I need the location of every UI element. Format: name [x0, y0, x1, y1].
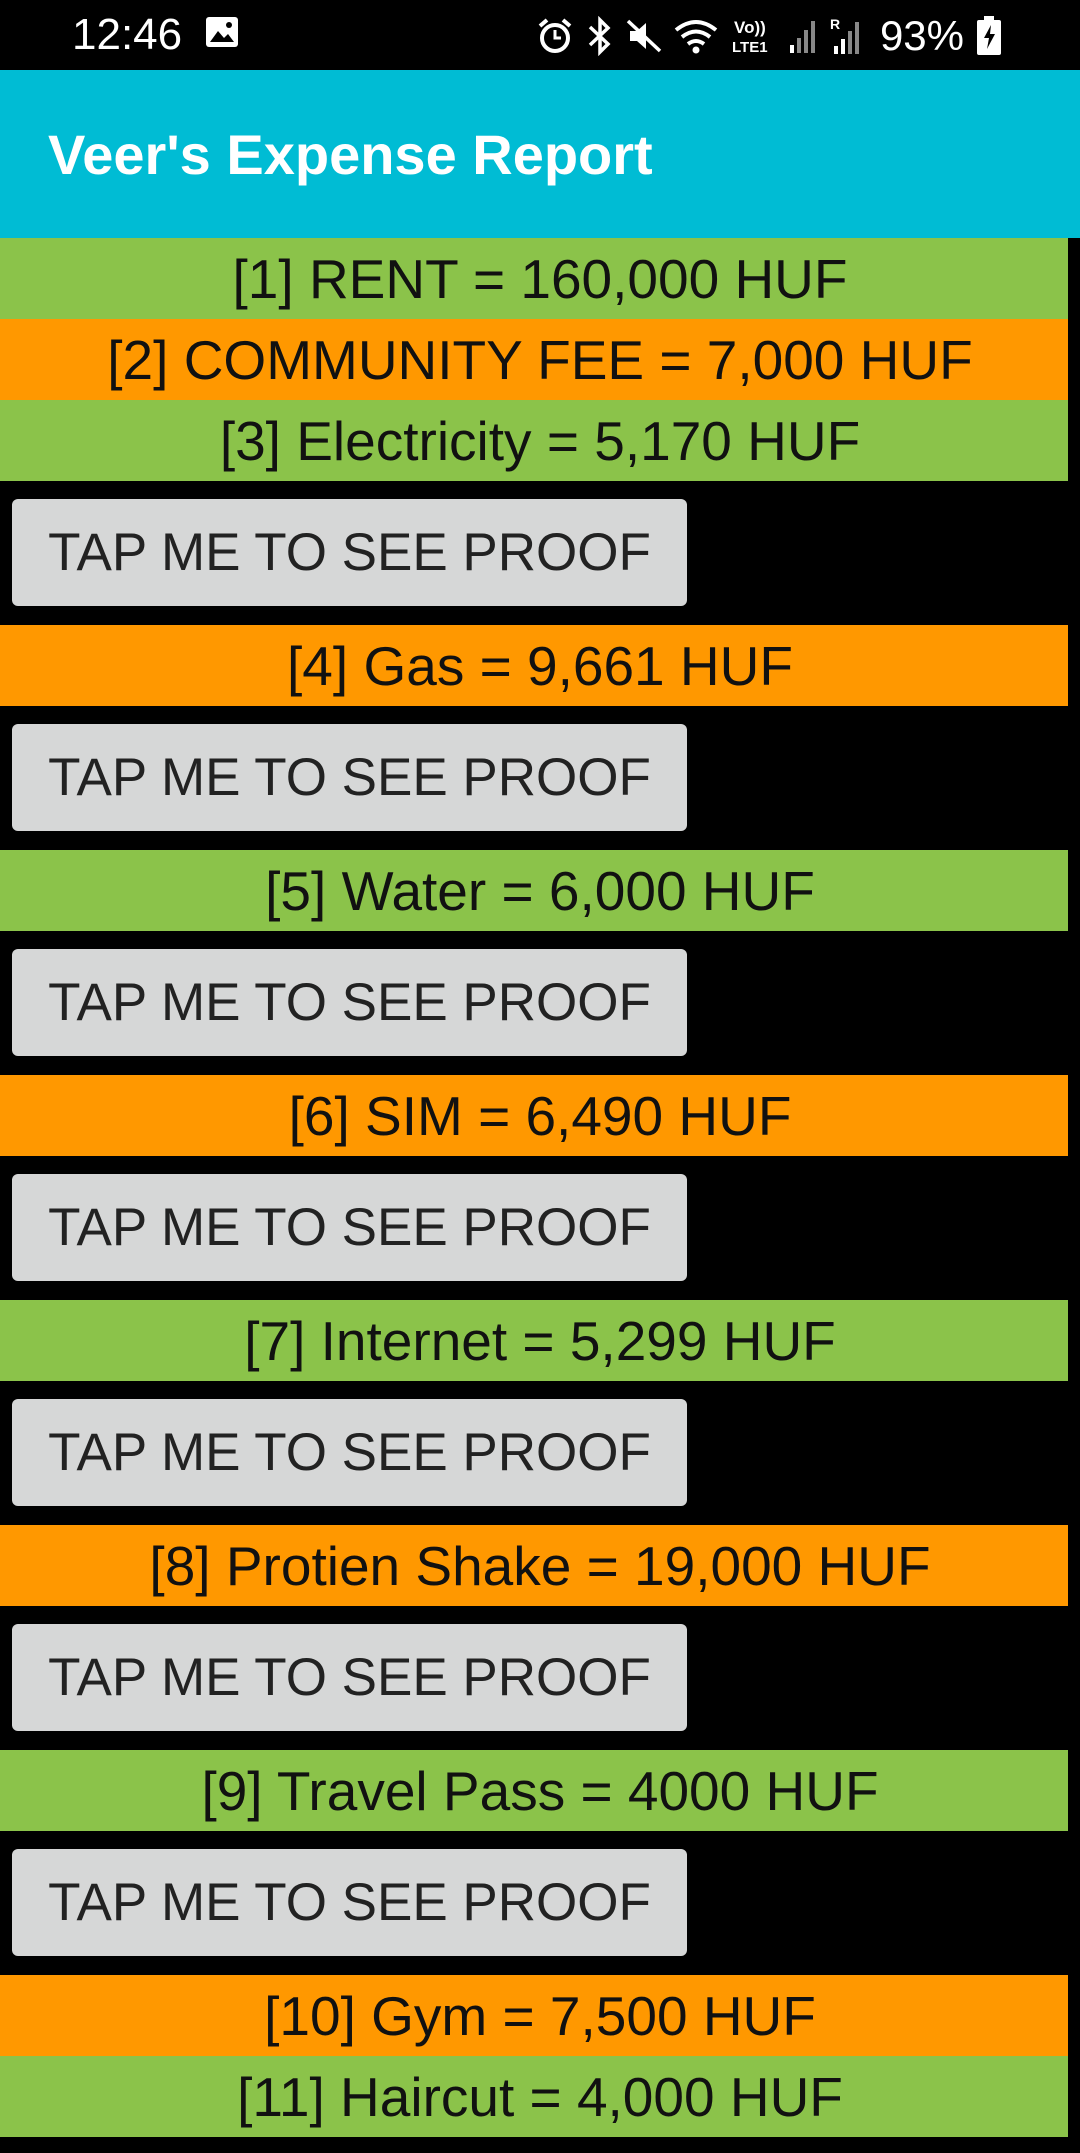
proof-row: TAP ME TO SEE PROOF [0, 1606, 1068, 1750]
svg-text:LTE1: LTE1 [732, 39, 768, 56]
bluetooth-icon [588, 16, 611, 56]
see-proof-button[interactable]: TAP ME TO SEE PROOF [12, 1174, 687, 1281]
expense-label: [5] Water = 6,000 HUF [265, 859, 815, 922]
expense-entry: [3] Electricity = 5,170 HUF [0, 400, 1080, 481]
battery-percentage: 93% [879, 12, 964, 59]
proof-row: TAP ME TO SEE PROOF [0, 706, 1068, 850]
expense-entry: [7] Internet = 5,299 HUF [0, 1300, 1080, 1381]
battery-charging-icon [977, 16, 1001, 55]
expense-entry: [1] RENT = 160,000 HUF [0, 238, 1080, 319]
expense-entry: [6] SIM = 6,490 HUF [0, 1075, 1080, 1156]
expense-entry: [4] Gas = 9,661 HUF [0, 625, 1080, 706]
expense-label: [1] RENT = 160,000 HUF [232, 247, 848, 310]
see-proof-button[interactable]: TAP ME TO SEE PROOF [12, 1399, 687, 1506]
see-proof-button[interactable]: TAP ME TO SEE PROOF [12, 949, 687, 1056]
expense-entry: [2] COMMUNITY FEE = 7,000 HUF [0, 319, 1080, 400]
wifi-icon [674, 20, 718, 54]
proof-row: TAP ME TO SEE PROOF [0, 1381, 1068, 1525]
expense-label: [11] Haircut = 4,000 HUF [237, 2065, 843, 2128]
status-time: 12:46 [72, 10, 183, 59]
signal-icon [789, 21, 815, 53]
expense-entry: [10] Gym = 7,500 HUF [0, 1975, 1080, 2056]
expense-label: [3] Electricity = 5,170 HUF [219, 409, 861, 472]
proof-row: TAP ME TO SEE PROOF [0, 931, 1068, 1075]
expense-entry: [8] Protien Shake = 19,000 HUF [0, 1525, 1080, 1606]
gallery-icon [206, 17, 238, 47]
proof-row: TAP ME TO SEE PROOF [0, 1831, 1068, 1975]
status-bar: 12:46 Vo)) LTE1 R 93% [0, 0, 1080, 70]
see-proof-button[interactable]: TAP ME TO SEE PROOF [12, 1849, 687, 1956]
scrollbar[interactable] [1068, 238, 1080, 2153]
expense-entry: [11] Haircut = 4,000 HUF [0, 2056, 1080, 2137]
see-proof-button[interactable]: TAP ME TO SEE PROOF [12, 1624, 687, 1731]
svg-text:Vo)): Vo)) [734, 18, 766, 37]
proof-row: TAP ME TO SEE PROOF [0, 481, 1068, 625]
expense-label: [10] Gym = 7,500 HUF [264, 1984, 816, 2047]
expense-entry: [9] Travel Pass = 4000 HUF [0, 1750, 1080, 1831]
see-proof-button[interactable]: TAP ME TO SEE PROOF [12, 499, 687, 606]
expense-entry: [5] Water = 6,000 HUF [0, 850, 1080, 931]
expense-label: [6] SIM = 6,490 HUF [288, 1084, 792, 1147]
expense-list[interactable]: [1] RENT = 160,000 HUF [2] COMMUNITY FEE … [0, 238, 1080, 2137]
expense-label: [4] Gas = 9,661 HUF [287, 634, 793, 697]
expense-label: [2] COMMUNITY FEE = 7,000 HUF [107, 328, 973, 391]
proof-row: TAP ME TO SEE PROOF [0, 1156, 1068, 1300]
see-proof-button[interactable]: TAP ME TO SEE PROOF [12, 724, 687, 831]
roaming-signal-icon: R [830, 16, 859, 54]
mute-icon [626, 19, 662, 53]
alarm-icon [538, 18, 572, 53]
volte-icon: Vo)) LTE1 [732, 18, 768, 56]
expense-label: [9] Travel Pass = 4000 HUF [201, 1759, 879, 1822]
app-bar: Veer's Expense Report [0, 70, 1080, 238]
app-title: Veer's Expense Report [48, 123, 653, 186]
expense-label: [8] Protien Shake = 19,000 HUF [149, 1534, 931, 1597]
status-icons: Vo)) LTE1 R 93% [536, 10, 1002, 62]
svg-text:R: R [830, 16, 840, 32]
expense-label: [7] Internet = 5,299 HUF [244, 1309, 836, 1372]
